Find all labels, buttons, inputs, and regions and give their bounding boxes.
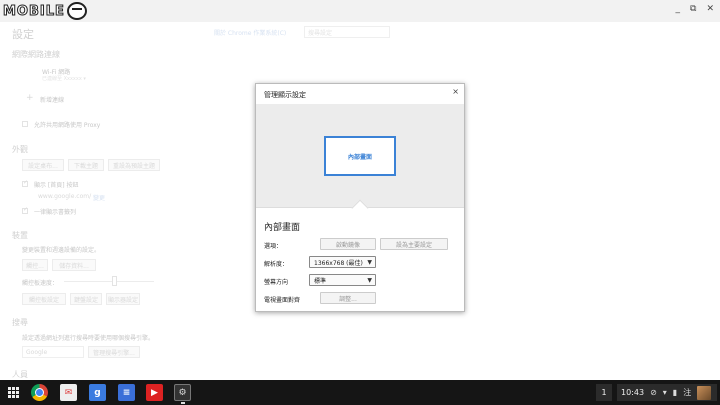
dropdown-arrow-icon: ▼ — [367, 277, 372, 284]
orientation-value: 標準 — [314, 277, 327, 285]
gmail-icon[interactable]: ✉ — [60, 384, 77, 401]
battery-icon: ▮ — [672, 388, 678, 397]
system-tray[interactable]: 10:43 ⊘ ▾ ▮ 注 — [617, 384, 717, 401]
display-settings-dialog: 管理顯示設定 × 內部畫面 內部畫面 選項： 啟動鏡像 設為主要設定 解析度： … — [255, 83, 465, 312]
window-titlebar: MOBILE _ ⧉ ✕ — [0, 0, 720, 22]
start-mirroring-button[interactable]: 啟動鏡像 — [320, 238, 376, 250]
docs-icon[interactable]: ≡ — [118, 384, 135, 401]
mute-icon: ⊘ — [650, 388, 657, 397]
close-window-button[interactable]: ✕ — [706, 4, 714, 14]
window-controls: _ ⧉ ✕ — [676, 4, 714, 14]
close-icon[interactable]: × — [452, 87, 459, 96]
resolution-value: 1366x768 (最佳) — [314, 259, 363, 267]
settings-app-icon[interactable]: ⚙ — [174, 384, 191, 401]
taskbar-shelf: ✉ g ≡ ▶ ⚙ — [0, 380, 720, 405]
google-plus-icon[interactable]: g — [89, 384, 106, 401]
avatar[interactable] — [697, 385, 712, 400]
make-primary-button[interactable]: 設為主要設定 — [380, 238, 448, 250]
display-preview-area: 內部畫面 — [256, 104, 464, 208]
orientation-select[interactable]: 標準 ▼ — [309, 274, 376, 286]
resolution-label: 解析度： — [264, 261, 289, 268]
dropdown-arrow-icon: ▼ — [367, 259, 372, 266]
resolution-select[interactable]: 1366x768 (最佳) ▼ — [309, 256, 376, 268]
logo-text: MOBILE — [3, 3, 65, 19]
app-launcher-icon[interactable] — [5, 384, 22, 401]
notification-count[interactable]: 1 — [596, 384, 612, 401]
logo-face-icon — [66, 2, 87, 20]
minimize-button[interactable]: _ — [676, 4, 681, 14]
internal-display-box[interactable]: 內部畫面 — [324, 136, 396, 176]
chrome-icon[interactable] — [31, 384, 48, 401]
wifi-icon: ▾ — [662, 388, 667, 397]
clock: 10:43 — [621, 388, 645, 397]
overscan-label: 電視畫面對齊 — [264, 297, 301, 304]
active-app-indicator — [181, 402, 185, 404]
ime-indicator: 注 — [683, 388, 692, 397]
adjust-overscan-button[interactable]: 調整... — [320, 292, 376, 304]
orientation-label: 螢幕方向 — [264, 279, 289, 286]
options-label: 選項： — [264, 243, 283, 250]
dialog-title: 管理顯示設定 — [264, 91, 306, 99]
mobile01-logo: MOBILE — [3, 2, 87, 20]
youtube-icon[interactable]: ▶ — [146, 384, 163, 401]
display-heading: 內部畫面 — [264, 223, 301, 233]
restore-button[interactable]: ⧉ — [690, 4, 696, 14]
